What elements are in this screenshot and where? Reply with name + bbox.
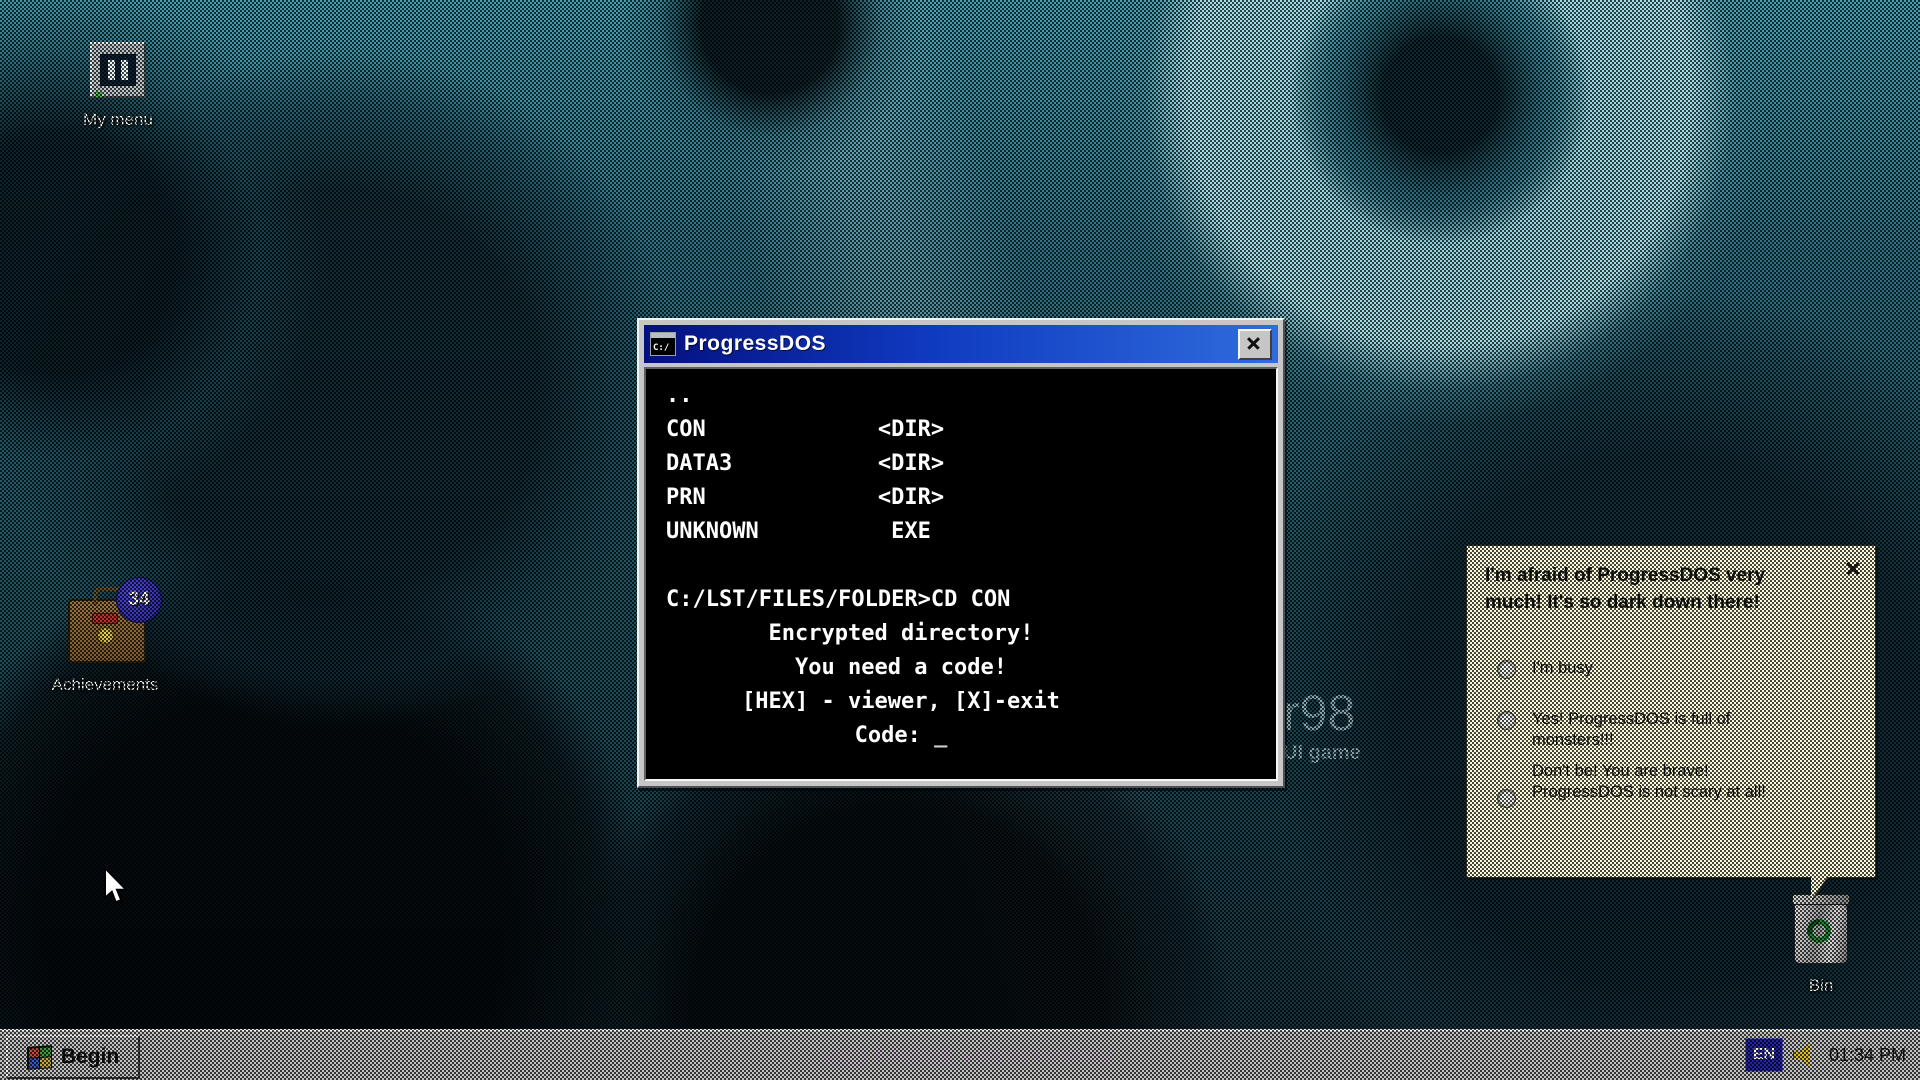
window-titlebar[interactable]: C:/ ProgressDOS	[644, 325, 1278, 363]
window-title: ProgressDOS	[684, 332, 1238, 356]
dialog-option-brave[interactable]: Don't be! You are brave! ProgressDOS is …	[1485, 761, 1857, 808]
watermark-text: 必用手机精选 • BYSIXY.COM	[790, 1042, 1150, 1072]
speech-bubble-tail	[1811, 876, 1828, 900]
system-tray: EN 01:34 PM	[1739, 1035, 1912, 1075]
radio-icon[interactable]	[1497, 789, 1516, 808]
console-message: You need a code!	[666, 651, 1256, 685]
volume-icon[interactable]	[1793, 1042, 1819, 1068]
mouse-cursor-icon	[103, 868, 139, 915]
desktop-icon-my-menu[interactable]: My menu	[62, 42, 174, 130]
begin-button[interactable]: Begin	[6, 1035, 140, 1079]
dialog-option-busy[interactable]: I'm busy	[1485, 658, 1857, 679]
dir-row: CON<DIR>	[666, 413, 1256, 447]
console-message: [HEX] - viewer, [X]-exit	[666, 685, 1256, 719]
blank-line	[666, 549, 1256, 583]
desktop-icon-achievements[interactable]: 34 Achievements	[30, 577, 180, 695]
progressdos-window: C:/ ProgressDOS .. CON<DIR> DATA3<DIR> P…	[637, 318, 1285, 788]
dir-row: DATA3<DIR>	[666, 447, 1256, 481]
my-menu-icon	[90, 42, 146, 98]
begin-label: Begin	[61, 1045, 119, 1069]
code-input-line[interactable]: Code: _	[666, 719, 1256, 753]
text-cursor: _	[934, 723, 947, 748]
dialog-option-monsters[interactable]: Yes! ProgressDOS is full of monsters!!!	[1485, 709, 1857, 751]
radio-icon[interactable]	[1497, 711, 1516, 730]
window-close-button[interactable]	[1238, 329, 1272, 360]
my-menu-label: My menu	[83, 110, 153, 130]
recycle-bin-icon	[1794, 900, 1848, 964]
achievements-count-badge: 34	[116, 577, 162, 623]
wallpaper-caption: r98 UI game	[1283, 688, 1361, 765]
console-message: Encrypted directory!	[666, 617, 1256, 651]
language-indicator[interactable]: EN	[1745, 1038, 1783, 1072]
screen: r98 UI game My menu 34 Achievements Bin …	[0, 0, 1920, 1080]
dialog-close-icon[interactable]	[1843, 558, 1863, 578]
begin-flag-icon	[27, 1045, 52, 1070]
dir-row: ..	[666, 379, 1256, 413]
dir-row: UNKNOWNEXE	[666, 515, 1256, 549]
dir-row: PRN<DIR>	[666, 481, 1256, 515]
wallpaper-caption-line1: r98	[1283, 688, 1361, 738]
wallpaper-caption-line2: UI game	[1283, 742, 1361, 765]
dos-console[interactable]: .. CON<DIR> DATA3<DIR> PRN<DIR> UNKNOWNE…	[644, 367, 1278, 781]
dialog-option-label: Don't be! You are brave! ProgressDOS is …	[1532, 761, 1780, 803]
bin-label: Bin	[1809, 976, 1834, 996]
dialog-title: I'm afraid of ProgressDOS very much! It'…	[1485, 562, 1785, 616]
desktop-icon-bin[interactable]: Bin	[1762, 900, 1880, 996]
ms-dos-icon: C:/	[650, 332, 676, 356]
code-label: Code:	[855, 723, 921, 748]
radio-icon[interactable]	[1497, 660, 1516, 679]
achievements-label: Achievements	[52, 675, 159, 695]
bin-speech-bubble-dialog: I'm afraid of ProgressDOS very much! It'…	[1466, 545, 1876, 878]
dialog-option-label: I'm busy	[1532, 658, 1780, 679]
dialog-options: I'm busy Yes! ProgressDOS is full of mon…	[1485, 658, 1857, 808]
dialog-option-label: Yes! ProgressDOS is full of monsters!!!	[1532, 709, 1780, 751]
prompt-line: C:/LST/FILES/FOLDER>CD CON	[666, 583, 1256, 617]
taskbar-clock[interactable]: 01:34 PM	[1829, 1045, 1906, 1066]
